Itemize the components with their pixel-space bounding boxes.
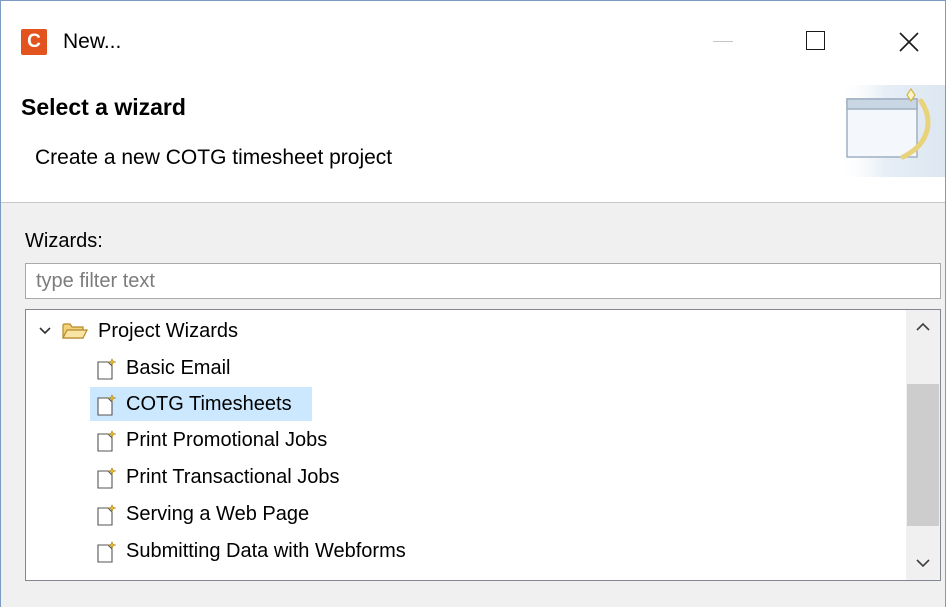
new-wizard-icon — [97, 358, 117, 380]
scroll-up-button[interactable] — [906, 310, 940, 344]
tree-item-label: Submitting Data with Webforms — [126, 540, 406, 562]
tree-item-print-transactional-jobs[interactable]: Print Transactional Jobs — [90, 460, 390, 494]
tree-folder-project-wizards[interactable]: Project Wizards — [36, 314, 896, 348]
chevron-up-icon — [916, 322, 930, 331]
tree-item-basic-email[interactable]: Basic Email — [90, 351, 350, 385]
new-wizard-icon — [97, 430, 117, 452]
tree-item-label: Print Promotional Jobs — [126, 429, 328, 451]
new-wizard-icon — [97, 504, 117, 526]
chevron-down-icon[interactable] — [38, 314, 52, 348]
tree-item-print-promotional-jobs[interactable]: Print Promotional Jobs — [90, 423, 390, 457]
wizard-tree[interactable]: Project Wizards Basic Email COTG Timeshe… — [25, 309, 941, 581]
tree-item-submitting-data-with-webforms[interactable]: Submitting Data with Webforms — [90, 534, 510, 568]
chevron-down-icon — [916, 559, 930, 568]
minimize-button[interactable] — [699, 19, 745, 65]
tree-folder-label: Project Wizards — [98, 320, 239, 342]
tree-item-cotg-timesheets[interactable]: COTG Timesheets — [90, 387, 312, 421]
scroll-down-button[interactable] — [906, 546, 940, 580]
scrollbar-thumb[interactable] — [907, 384, 939, 526]
wizard-banner-icon — [837, 85, 945, 177]
wizard-header: Select a wizard Create a new COTG timesh… — [1, 79, 945, 203]
new-wizard-icon — [97, 394, 117, 416]
wizards-label: Wizards: — [25, 230, 103, 252]
app-icon: C — [21, 29, 47, 55]
vertical-scrollbar[interactable] — [906, 310, 940, 580]
close-button[interactable] — [885, 19, 931, 65]
title-bar[interactable]: C New... — [1, 1, 945, 79]
new-wizard-dialog: C New... Select a wizard Create a new CO… — [0, 0, 946, 607]
tree-item-label: Print Transactional Jobs — [126, 466, 340, 488]
tree-item-serving-a-web-page[interactable]: Serving a Web Page — [90, 497, 390, 531]
tree-item-label: Serving a Web Page — [126, 503, 310, 525]
new-wizard-icon — [97, 467, 117, 489]
page-title: Select a wizard — [21, 94, 186, 120]
filter-input[interactable] — [25, 263, 941, 299]
open-folder-icon — [62, 323, 88, 339]
maximize-button[interactable] — [793, 19, 839, 65]
new-wizard-icon — [97, 541, 117, 563]
close-icon — [899, 32, 919, 52]
tree-item-label: COTG Timesheets — [126, 393, 292, 415]
page-description: Create a new COTG timesheet project — [35, 146, 393, 169]
tree-item-label: Basic Email — [126, 357, 231, 379]
window-title: New... — [63, 30, 122, 53]
